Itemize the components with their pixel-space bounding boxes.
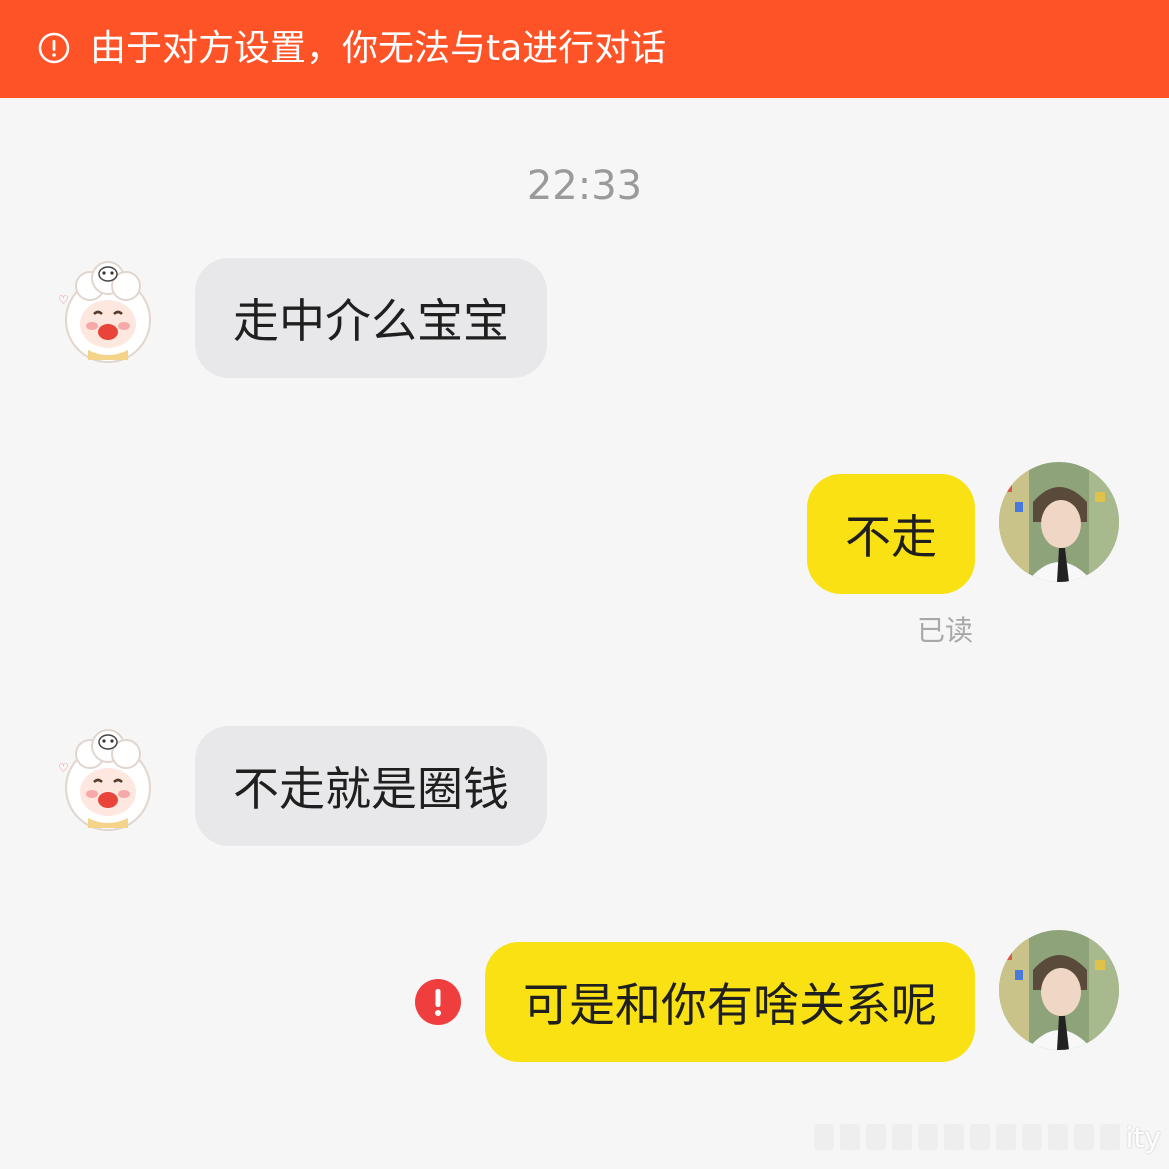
svg-text:♡: ♡ [58, 761, 69, 775]
blocked-notice-banner: 由于对方设置，你无法与ta进行对话 [0, 0, 1169, 98]
send-failed-icon[interactable] [414, 978, 462, 1026]
incoming-message-bubble[interactable]: 走中介么宝宝 [195, 258, 547, 378]
user-avatar[interactable] [999, 462, 1119, 582]
incoming-message-bubble[interactable]: 不走就是圈钱 [195, 726, 547, 846]
watermark: ity [813, 1115, 1161, 1159]
chat-screen: 由于对方设置，你无法与ta进行对话 22:33 ♡ 走中介么宝宝 不走 已读 ♡… [0, 0, 1169, 1169]
read-receipt: 已读 [917, 614, 974, 647]
watermark-text: ity [1125, 1120, 1161, 1154]
message-text: 不走就是圈钱 [233, 762, 509, 816]
message-text: 走中介么宝宝 [233, 294, 509, 348]
contact-avatar[interactable]: ♡ [48, 720, 168, 840]
watermark-blur [813, 1124, 1120, 1150]
message-text: 不走 [845, 510, 937, 564]
svg-text:♡: ♡ [58, 293, 69, 307]
message-text: 可是和你有啥关系呢 [523, 978, 937, 1032]
message-timestamp: 22:33 [526, 163, 643, 209]
contact-avatar[interactable]: ♡ [48, 252, 168, 372]
outgoing-message-bubble[interactable]: 可是和你有啥关系呢 [485, 942, 975, 1062]
outgoing-message-bubble[interactable]: 不走 [807, 474, 975, 594]
exclamation-circle-icon [38, 32, 70, 64]
blocked-notice-text: 由于对方设置，你无法与ta进行对话 [90, 28, 667, 69]
user-avatar[interactable] [999, 930, 1119, 1050]
